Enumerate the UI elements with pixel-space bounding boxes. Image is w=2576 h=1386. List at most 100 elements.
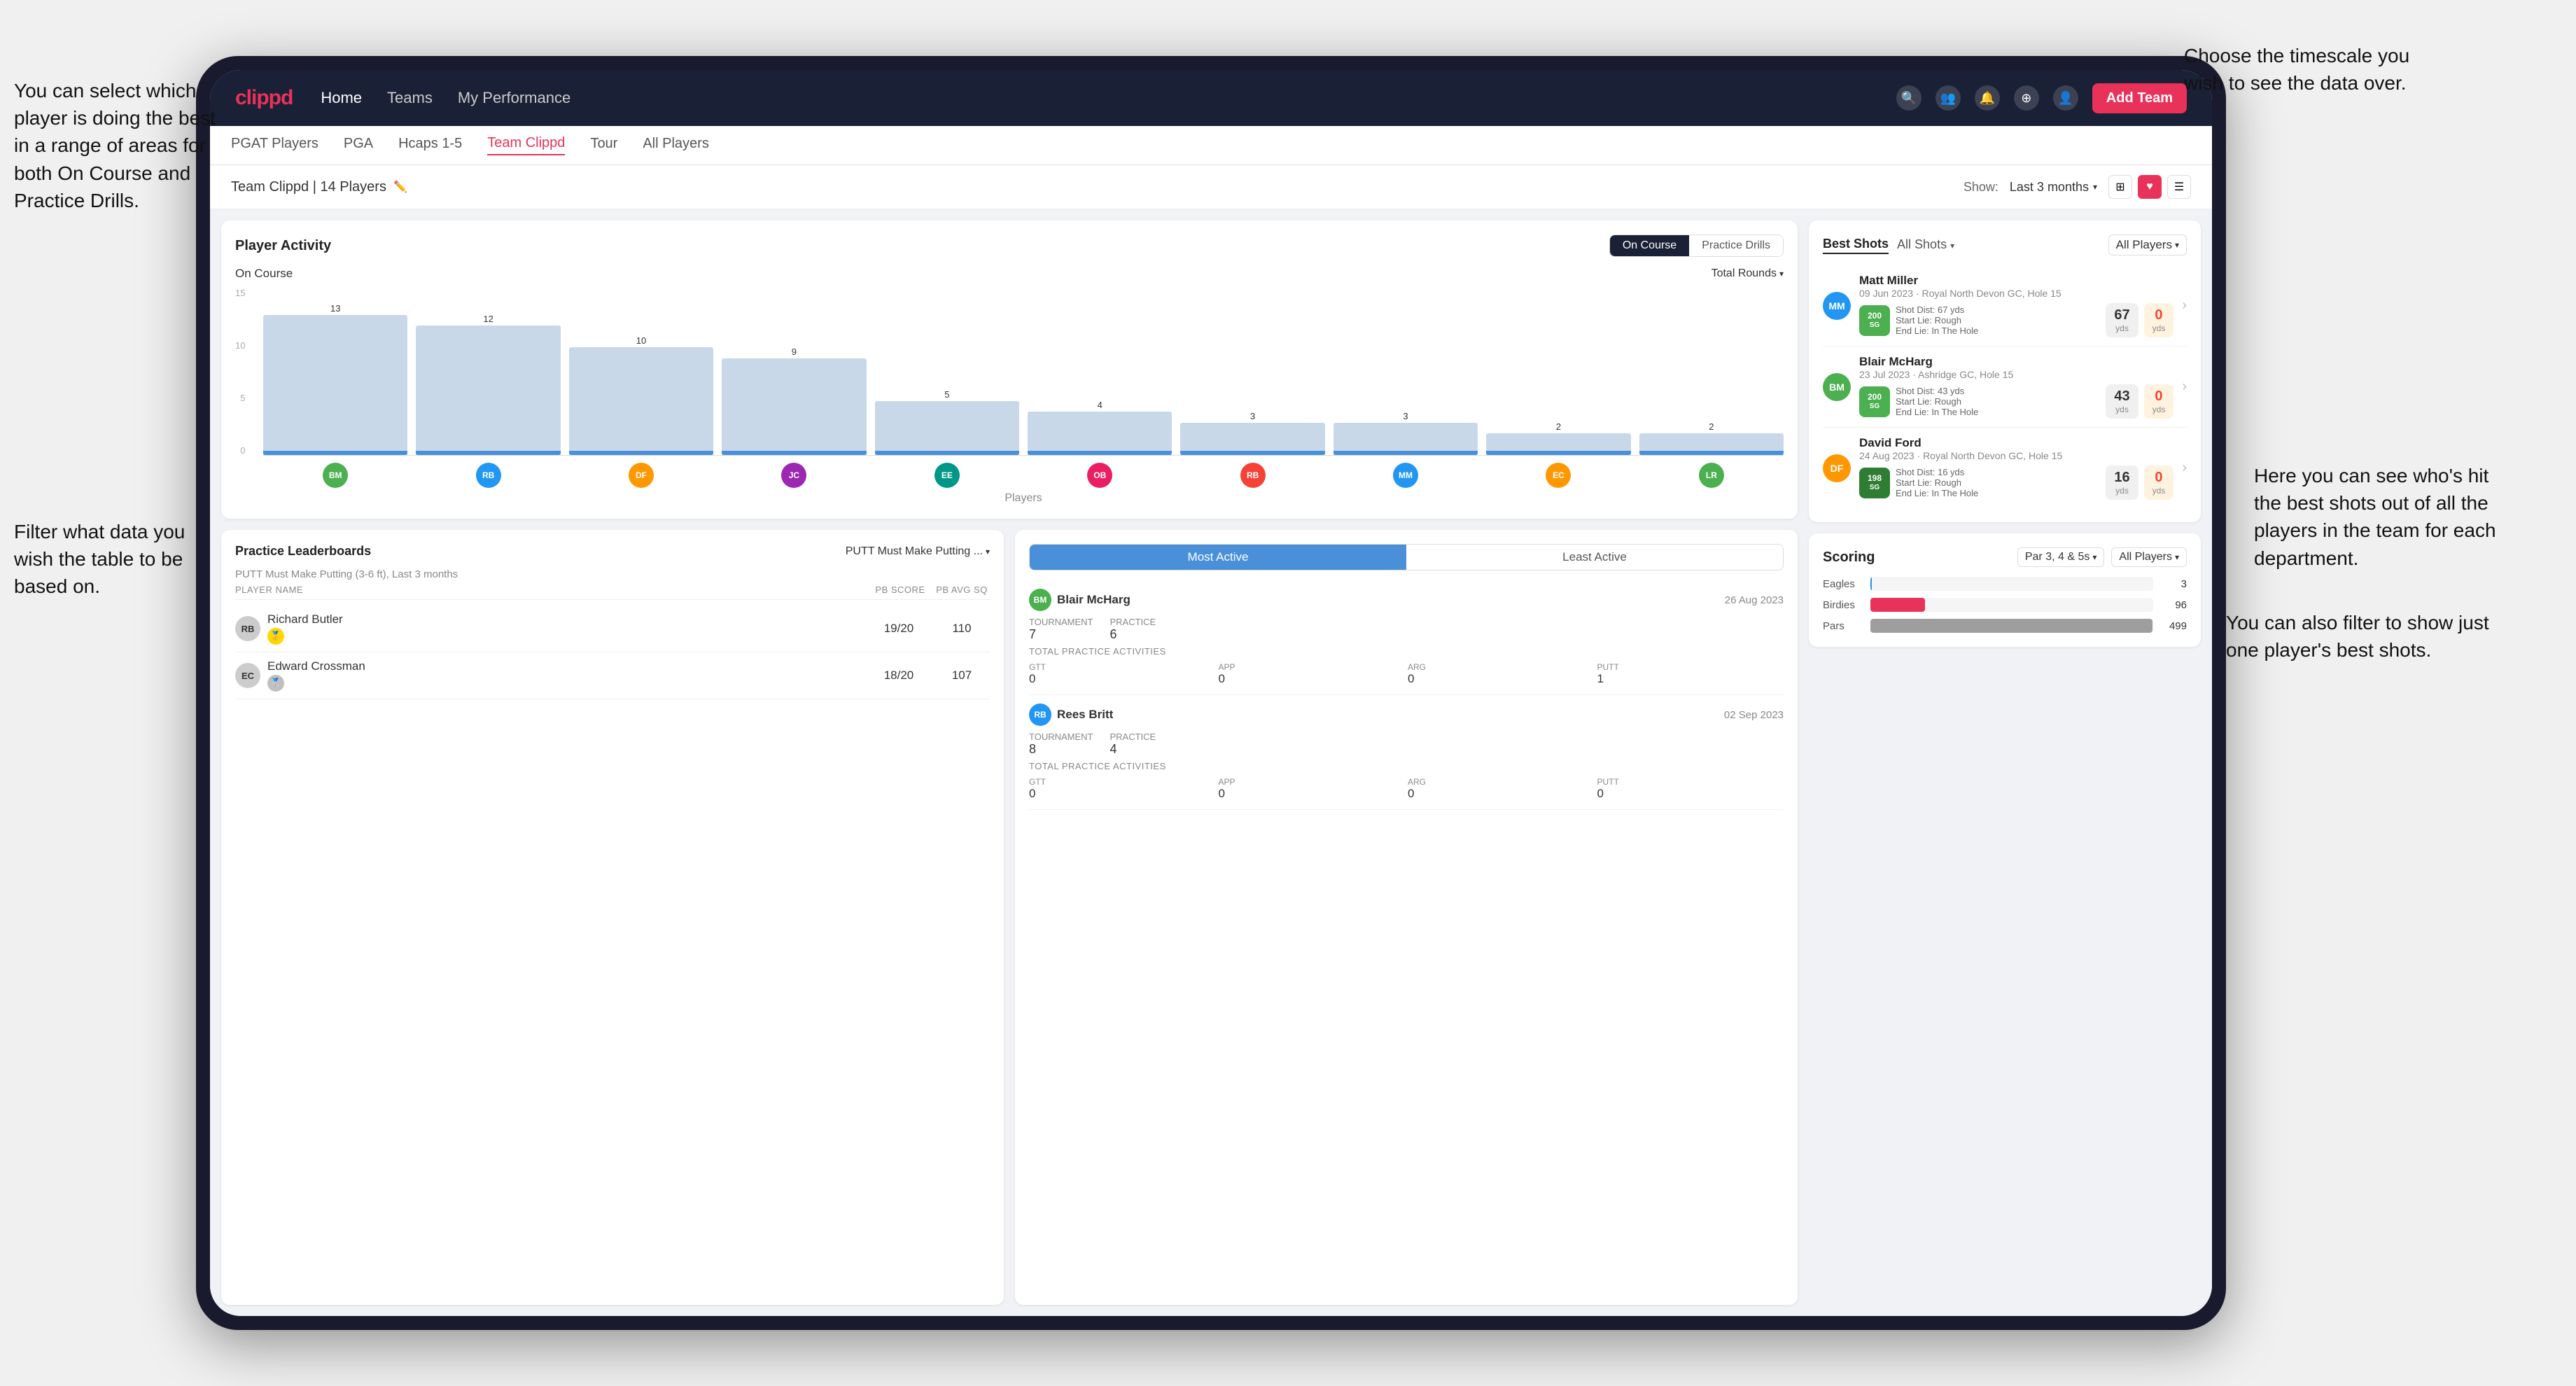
avatar-ford[interactable]: DF	[569, 463, 713, 488]
pa-putt-1: PUTT0	[1597, 777, 1784, 801]
subnav-tour[interactable]: Tour	[590, 136, 617, 155]
activity-chart: 15 10 5 0 13 12	[235, 288, 1784, 456]
avatar-mcharg[interactable]: BM	[263, 463, 407, 488]
chevron-down-icon: ▾	[2175, 552, 2179, 562]
score-label-pars: Pars	[1823, 620, 1865, 632]
score-val-birdies: 96	[2159, 599, 2187, 611]
annotation-timescale: Choose the timescale you wish to see the…	[2184, 42, 2436, 97]
avatar-ebert[interactable]: EE	[875, 463, 1019, 488]
bar-billingham: 4	[1028, 400, 1172, 455]
bar-britt: 12	[416, 314, 560, 455]
shot-entry-2[interactable]: DF David Ford 24 Aug 2023 · Royal North …	[1823, 428, 2187, 508]
avatar-butler[interactable]: RB	[1180, 463, 1324, 488]
player-avg-0: 110	[934, 622, 990, 636]
subnav-team-clippd[interactable]: Team Clippd	[487, 135, 565, 155]
shot-badge-2: 198SG	[1859, 468, 1890, 498]
nav-icons: 🔍 👥 🔔 ⊕ 👤 Add Team	[1896, 83, 2187, 113]
subnav-pga[interactable]: PGA	[344, 136, 373, 155]
chevron-down-icon: ▾	[1950, 241, 1954, 251]
bar-value-6: 3	[1250, 411, 1255, 421]
shot-details-0: 200SG Shot Dist: 67 yds Start Lie: Rough…	[1859, 303, 2174, 337]
rounds-tournament-0: Tournament 7	[1029, 617, 1093, 642]
main-content: Player Activity On Course Practice Drill…	[210, 209, 2212, 1316]
bar-value-8: 2	[1556, 421, 1561, 432]
bell-icon[interactable]: 🔔	[1975, 85, 2000, 111]
players-filter[interactable]: All Players ▾	[2111, 547, 2187, 567]
bar-fill-0	[263, 315, 407, 455]
timescale-dropdown[interactable]: Last 3 months ▾	[2010, 180, 2097, 195]
team-header: Team Clippd | 14 Players ✏️ Show: Last 3…	[210, 165, 2212, 209]
par-name-0: BM Blair McHarg	[1029, 589, 1130, 611]
least-active-tab[interactable]: Least Active	[1406, 545, 1783, 570]
avatar-billingham[interactable]: OB	[1028, 463, 1172, 488]
search-icon[interactable]: 🔍	[1896, 85, 1921, 111]
annotation-best-shots: Here you can see who's hit the best shot…	[2254, 462, 2520, 572]
chart-y-axis: 15 10 5 0	[235, 288, 249, 456]
bar-coles: 9	[722, 346, 866, 455]
bar-fill-1	[416, 326, 560, 455]
total-rounds-dropdown[interactable]: Total Rounds ▾	[1712, 267, 1784, 280]
avatar-britt[interactable]: RB	[416, 463, 560, 488]
bar-fill-4	[875, 401, 1019, 455]
list-view-button[interactable]: ☰	[2167, 175, 2191, 199]
nav-my-performance[interactable]: My Performance	[458, 89, 570, 107]
avatar-miller[interactable]: MM	[1334, 463, 1478, 488]
bar-miller: 3	[1334, 411, 1478, 455]
activities-label-1: Total Practice Activities	[1029, 761, 1784, 771]
y-tick-10: 10	[235, 340, 245, 351]
avatar-crossman[interactable]: EC	[1486, 463, 1630, 488]
rounds-practice-1: Practice 4	[1110, 732, 1156, 757]
shot-entry-0[interactable]: MM Matt Miller 09 Jun 2023 · Royal North…	[1823, 265, 2187, 346]
shot-entry-1[interactable]: BM Blair McHarg 23 Jul 2023 · Ashridge G…	[1823, 346, 2187, 428]
chevron-right-icon: ›	[2182, 460, 2187, 476]
rounds-label-tournament-0: Tournament	[1029, 617, 1093, 627]
all-players-filter[interactable]: All Players ▾	[2108, 234, 2187, 255]
users-icon[interactable]: 👥	[1935, 85, 1961, 111]
course-toggle-group: On Course Practice Drills	[1609, 234, 1784, 257]
player-activity-title: Player Activity	[235, 238, 331, 254]
avatar-coles[interactable]: JC	[722, 463, 866, 488]
practice-drills-toggle[interactable]: Practice Drills	[1689, 235, 1783, 256]
most-active-tab[interactable]: Most Active	[1030, 545, 1406, 570]
profile-icon[interactable]: 👤	[2053, 85, 2078, 111]
practice-filter-dropdown[interactable]: PUTT Must Make Putting ... ▾	[846, 545, 990, 558]
player-row-0[interactable]: RB Richard Butler 🥇 19/20 110	[235, 606, 990, 652]
card-view-button[interactable]: ♥	[2138, 175, 2162, 199]
annotation-filter: Filter what data you wish the table to b…	[14, 518, 210, 601]
score-row-birdies: Birdies 96	[1823, 598, 2187, 612]
shot-stat-box-1: 43 yds	[2106, 384, 2138, 419]
best-shots-tab[interactable]: Best Shots	[1823, 237, 1889, 254]
on-course-toggle[interactable]: On Course	[1610, 235, 1689, 256]
add-icon[interactable]: ⊕	[2014, 85, 2039, 111]
shot-player-1: Blair McHarg	[1859, 355, 2174, 369]
par-filter[interactable]: Par 3, 4 & 5s ▾	[2017, 547, 2105, 567]
player-row-1[interactable]: EC Edward Crossman 🥈 18/20 107	[235, 652, 990, 699]
shot-info-1: Blair McHarg 23 Jul 2023 · Ashridge GC, …	[1859, 355, 2174, 419]
practice-header: Practice Leaderboards PUTT Must Make Put…	[235, 544, 990, 559]
grid-view-button[interactable]: ⊞	[2108, 175, 2132, 199]
bar-fill-8	[1486, 433, 1630, 455]
bar-fill-3	[722, 358, 866, 455]
subnav-hcaps[interactable]: Hcaps 1-5	[398, 136, 462, 155]
annotation-player-filter: You can also filter to show just one pla…	[2226, 609, 2520, 664]
score-bar-pars	[1870, 619, 2153, 633]
all-shots-tab[interactable]: All Shots ▾	[1897, 237, 1954, 253]
shot-badge-1: 200SG	[1859, 386, 1890, 417]
avatar-robertson[interactable]: LR	[1639, 463, 1784, 488]
par-header-1: RB Rees Britt 02 Sep 2023	[1029, 704, 1784, 726]
shot-avatar-2: DF	[1823, 454, 1851, 482]
bar-fill-9	[1639, 433, 1784, 455]
active-player-row-0: BM Blair McHarg 26 Aug 2023 Tournament 7	[1029, 580, 1784, 695]
add-team-button[interactable]: Add Team	[2092, 83, 2187, 113]
edit-icon[interactable]: ✏️	[393, 180, 407, 194]
subnav-all-players[interactable]: All Players	[643, 136, 708, 155]
score-label-birdies: Birdies	[1823, 599, 1865, 611]
tablet-screen: clippd Home Teams My Performance 🔍 👥 🔔 ⊕…	[210, 70, 2212, 1316]
nav-teams[interactable]: Teams	[387, 89, 433, 107]
chevron-down-icon: ▾	[1779, 269, 1784, 279]
rounds-label-practice-0: Practice	[1110, 617, 1156, 627]
bar-fill-7	[1334, 423, 1478, 455]
right-panel: Best Shots All Shots ▾ All Players ▾	[1809, 220, 2201, 1305]
subnav-pgat[interactable]: PGAT Players	[231, 136, 318, 155]
nav-home[interactable]: Home	[321, 89, 362, 107]
